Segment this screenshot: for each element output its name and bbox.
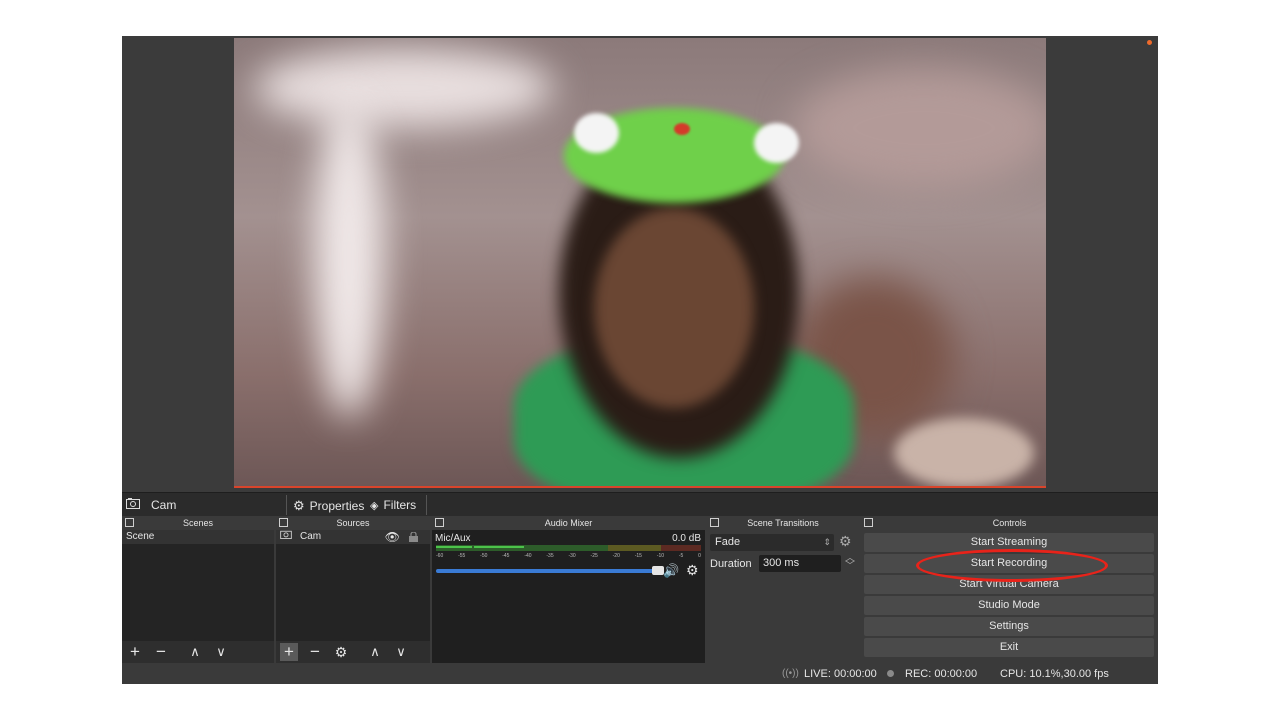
remove-scene-button[interactable]: − [152, 643, 170, 661]
scene-item[interactable]: Scene [122, 530, 274, 544]
filters-label: Filters [383, 498, 417, 512]
scene-transitions-title: Scene Transitions [747, 518, 819, 528]
source-toolbar: Cam ⚙ Properties ◈ Filters [122, 492, 1158, 516]
mixer-channel-level: 0.0 dB [672, 533, 701, 544]
meter-tick-label: -15 [634, 553, 642, 559]
transition-select-value: Fade [715, 536, 741, 548]
status-dot [1147, 40, 1152, 45]
gear-icon: ⚙ [293, 498, 305, 513]
settings-button[interactable]: Settings [864, 617, 1154, 636]
scenes-toolbar: + − ∧ ∨ [122, 641, 274, 663]
chevron-updown-icon: ⇕ [823, 537, 831, 547]
audio-mixer-body: Mic/Aux 0.0 dB -60 -55 -50 -45 -40 -35 -30 -25-… [432, 530, 705, 663]
meter-tick-label: -55 [458, 553, 466, 559]
broadcast-icon: ((•)) [782, 668, 799, 679]
move-scene-up-button[interactable]: ∧ [186, 643, 204, 661]
meter-tick-label: -20 [612, 553, 620, 559]
obs-window: Cam ⚙ Properties ◈ Filters Scenes Scene … [122, 36, 1158, 684]
undock-icon[interactable] [435, 518, 444, 527]
scene-transitions-title-bar: Scene Transitions [707, 516, 859, 530]
controls-title-bar: Controls [861, 516, 1158, 530]
camera-icon [126, 498, 140, 512]
add-source-button[interactable]: + [280, 643, 298, 661]
source-properties-gear-icon[interactable]: ⚙ [332, 643, 350, 661]
undock-icon[interactable] [125, 518, 134, 527]
filters-icon: ◈ [370, 499, 379, 512]
volume-meter [436, 545, 701, 551]
camera-preview [234, 38, 1046, 488]
move-scene-down-button[interactable]: ∨ [212, 643, 230, 661]
audio-mixer-title: Audio Mixer [544, 518, 593, 528]
toolbar-divider [286, 495, 287, 515]
move-source-up-button[interactable]: ∧ [366, 643, 384, 661]
meter-tick-label: -35 [546, 553, 554, 559]
add-scene-button[interactable]: + [126, 643, 144, 661]
sources-title-bar: Sources [276, 516, 430, 530]
controls-title: Controls [992, 518, 1027, 528]
source-item-label: Cam [300, 531, 322, 542]
cpu-fps: CPU: 10.1%,30.00 fps [1000, 668, 1109, 680]
scene-item-label: Scene [126, 531, 155, 542]
transition-gear-icon[interactable]: ⚙ [839, 533, 852, 550]
scene-transitions-body: Fade ⇕ ⚙ Duration 300 ms ︿ ﹀ [707, 530, 859, 663]
scenes-dock: Scenes Scene + − ∧ ∨ [122, 516, 274, 663]
current-source: Cam [126, 498, 176, 512]
camera-icon [280, 530, 292, 544]
duration-stepper-icon[interactable]: ︿ ﹀ [845, 554, 855, 572]
meter-tick-label: -50 [480, 553, 488, 559]
meter-tick-label: 0 [698, 553, 701, 559]
current-source-name: Cam [151, 498, 177, 512]
volume-slider[interactable] [436, 566, 664, 575]
mixer-gear-icon[interactable]: ⚙ [686, 562, 699, 579]
properties-label: Properties [309, 499, 365, 513]
filters-button[interactable]: ◈ Filters [370, 498, 416, 512]
live-timer: LIVE: 00:00:00 [804, 668, 877, 680]
audio-mixer-dock: Audio Mixer Mic/Aux 0.0 dB -60 -55 -50 -45-… [432, 516, 705, 663]
rec-timer: REC: 00:00:00 [905, 668, 978, 680]
meter-tick-label: -10 [656, 553, 665, 559]
highlight-ellipse [916, 549, 1108, 582]
status-bar: ((•)) LIVE: 00:00:00 REC: 00:00:00 CPU: … [122, 663, 1158, 684]
sources-list: Cam 👁 + − ⚙ ∧ ∨ [276, 530, 430, 663]
meter-tick-label: -40 [524, 553, 532, 559]
speaker-icon[interactable]: 🔊 [663, 563, 679, 579]
scenes-list: Scene + − ∧ ∨ [122, 530, 274, 663]
preview-area[interactable] [122, 36, 1158, 492]
rec-indicator-icon [887, 670, 894, 677]
controls-dock: Controls Start Streaming Start Recording… [861, 516, 1158, 663]
undock-icon[interactable] [710, 518, 719, 527]
scene-transitions-dock: Scene Transitions Fade ⇕ ⚙ Duration 300 … [707, 516, 859, 663]
toolbar-divider [426, 495, 427, 515]
sources-toolbar: + − ⚙ ∧ ∨ [276, 641, 430, 663]
mixer-channel-name: Mic/Aux [435, 533, 471, 544]
meter-tick-label: -30 [568, 553, 576, 559]
exit-button[interactable]: Exit [864, 638, 1154, 657]
audio-mixer-title-bar: Audio Mixer [432, 516, 705, 530]
transition-select[interactable]: Fade ⇕ [710, 534, 834, 551]
source-item[interactable]: Cam 👁 [276, 530, 430, 544]
meter-tick-label: -25 [590, 553, 598, 559]
meter-tick-label: -5 [678, 553, 684, 559]
duration-label: Duration [710, 558, 752, 570]
sources-dock: Sources Cam 👁 + − ⚙ ∧ ∨ [276, 516, 430, 663]
properties-button[interactable]: ⚙ Properties [293, 498, 364, 514]
meter-tick-label: -60 [436, 553, 444, 559]
duration-field-value: 300 ms [763, 557, 800, 569]
studio-mode-button[interactable]: Studio Mode [864, 596, 1154, 615]
move-source-down-button[interactable]: ∨ [392, 643, 410, 661]
remove-source-button[interactable]: − [306, 643, 324, 661]
eye-icon[interactable]: 👁 [385, 530, 400, 544]
sources-title: Sources [336, 518, 370, 528]
undock-icon[interactable] [864, 518, 873, 527]
meter-tick-label: -45 [502, 553, 510, 559]
scenes-title: Scenes [182, 518, 214, 528]
scenes-title-bar: Scenes [122, 516, 274, 530]
lock-icon[interactable] [409, 531, 418, 547]
undock-icon[interactable] [279, 518, 288, 527]
duration-field[interactable]: 300 ms [759, 555, 841, 572]
meter-ticks: -60 -55 -50 -45 -40 -35 -30 -25 -20 -15 -10 -5 0 [436, 553, 701, 561]
